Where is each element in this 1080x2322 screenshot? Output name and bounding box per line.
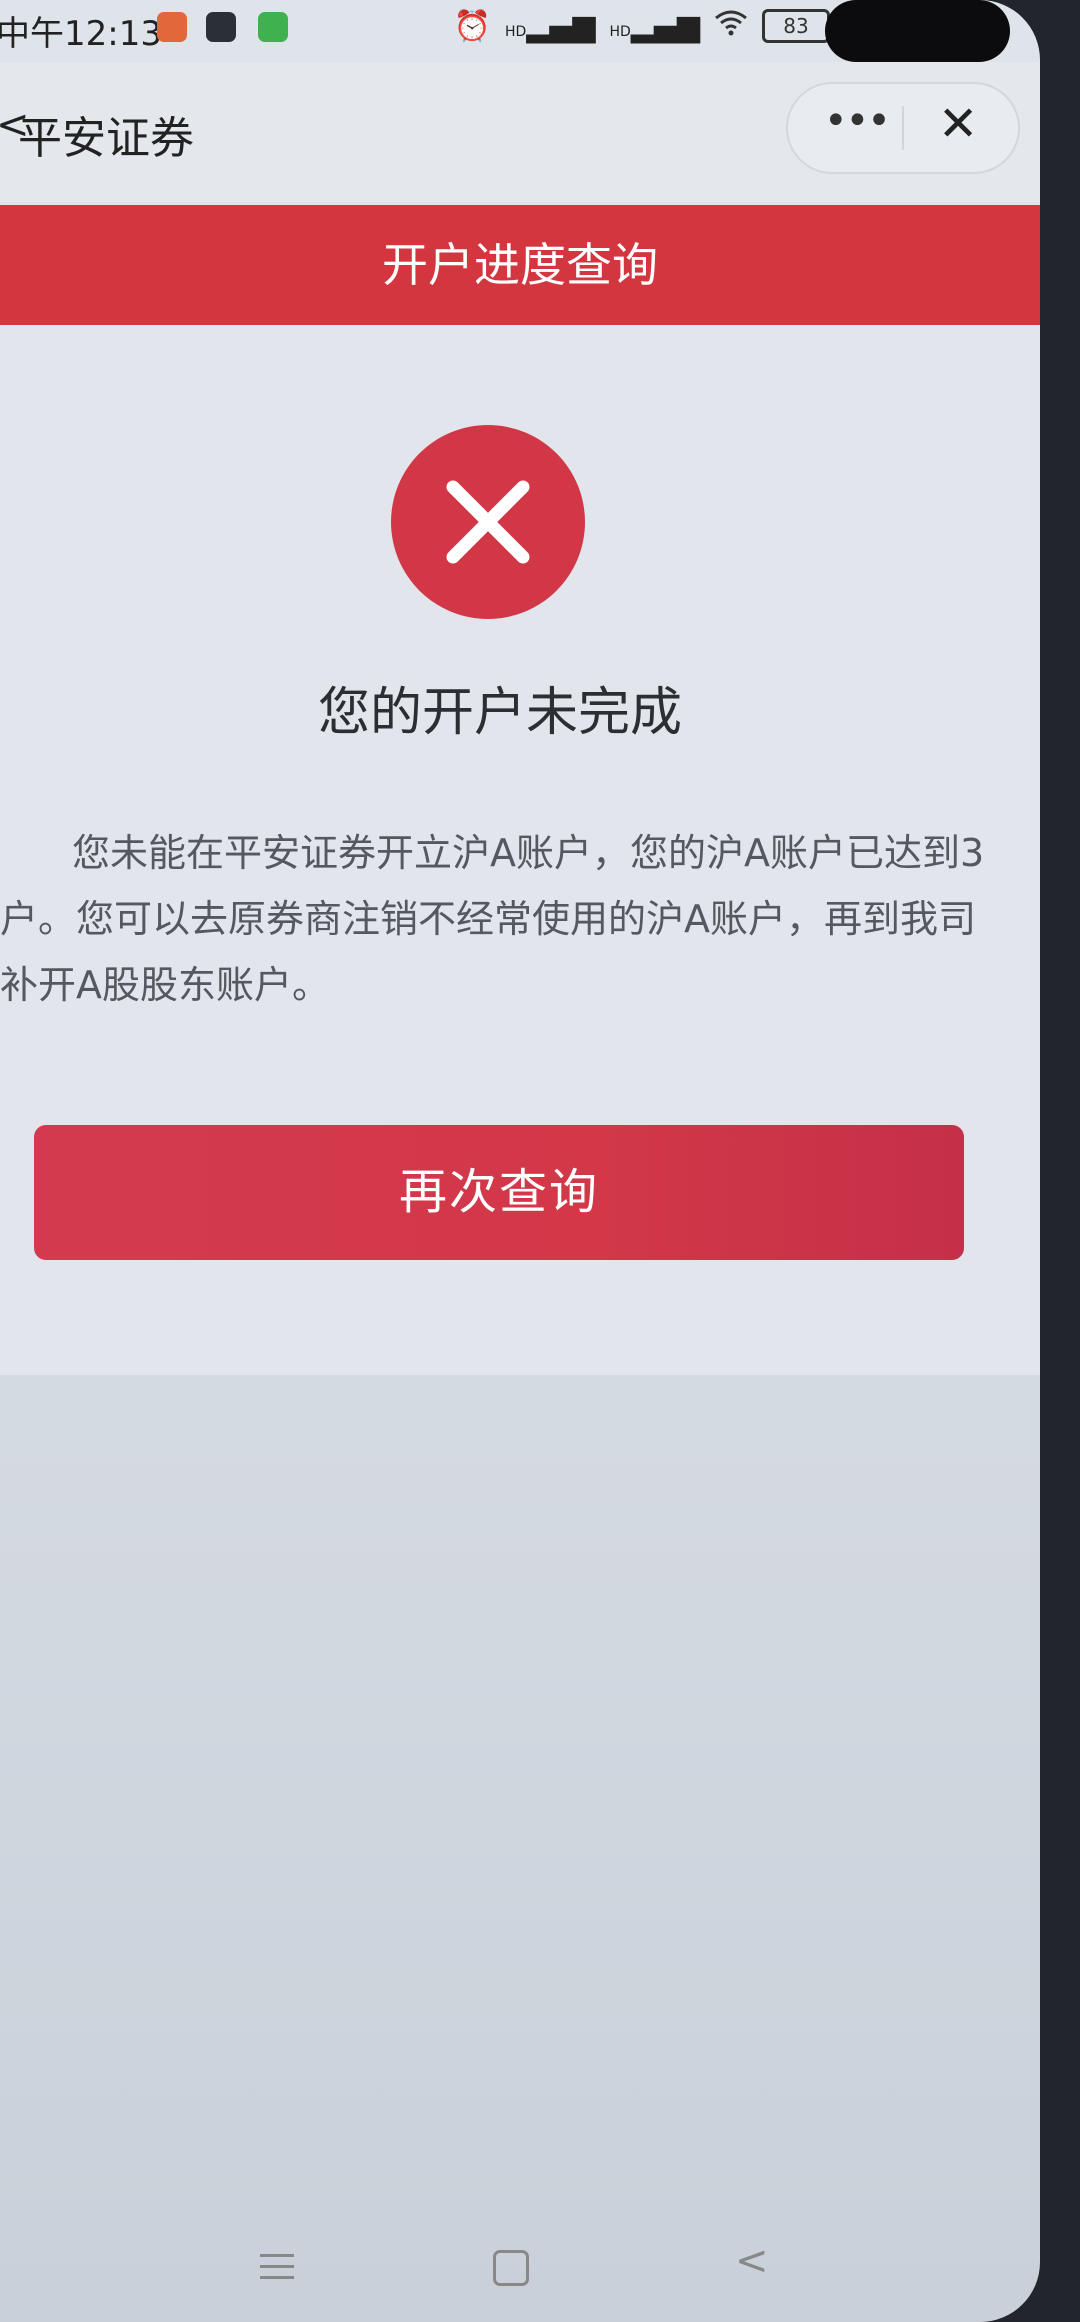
status-time: 中午12:13 — [0, 14, 162, 54]
result-title: 您的开户未完成 — [317, 683, 682, 743]
retry-query-button[interactable]: 再次查询 — [34, 1125, 964, 1260]
capsule-divider — [902, 106, 904, 150]
alarm-icon: ⏰ — [453, 8, 491, 44]
nav-title: 平安证券 — [18, 113, 194, 164]
signal-2-label: HD — [609, 23, 631, 40]
mini-program-nav-bar: < 平安证券 ••• ✕ — [0, 62, 1040, 202]
page-header: 开户进度查询 — [0, 205, 1040, 325]
wechat-notification-icon — [258, 12, 288, 42]
signal-1-icon: HD▂▄▆ — [504, 8, 596, 44]
capsule-menu: ••• ✕ — [786, 82, 1020, 174]
result-description: 您未能在平安证券开立沪A账户，您的沪A账户已达到3户。您可以去原券商注销不经常使… — [0, 831, 985, 1007]
wifi-icon — [714, 8, 748, 44]
notification-app-icon — [206, 12, 236, 42]
signal-2-icon: HD▂▄▆ — [609, 8, 700, 44]
result-content: 您的开户未完成 您未能在平安证券开立沪A账户，您的沪A账户已达到3户。您可以去原… — [0, 325, 1040, 1375]
close-button[interactable]: ✕ — [938, 96, 978, 152]
back-icon[interactable]: < — [735, 2238, 769, 2284]
more-button[interactable]: ••• — [824, 98, 891, 144]
status-bar: 中午12:13 ⏰ HD▂▄▆ HD▂▄▆ 83 — [0, 0, 1040, 62]
battery-icon: 83 — [762, 9, 830, 43]
system-navigation-bar: < — [0, 2232, 1040, 2322]
error-icon — [391, 425, 585, 619]
camera-cutout — [825, 0, 1010, 62]
notification-app-icon — [157, 12, 187, 42]
home-icon[interactable] — [493, 2250, 529, 2286]
signal-1-label: HD — [504, 23, 527, 40]
status-indicators: ⏰ HD▂▄▆ HD▂▄▆ 83 — [454, 8, 830, 44]
phone-screen: 中午12:13 ⏰ HD▂▄▆ HD▂▄▆ 83 < 平安证券 ••• ✕ 开户… — [0, 0, 1040, 2322]
recent-apps-icon[interactable] — [260, 2254, 294, 2280]
